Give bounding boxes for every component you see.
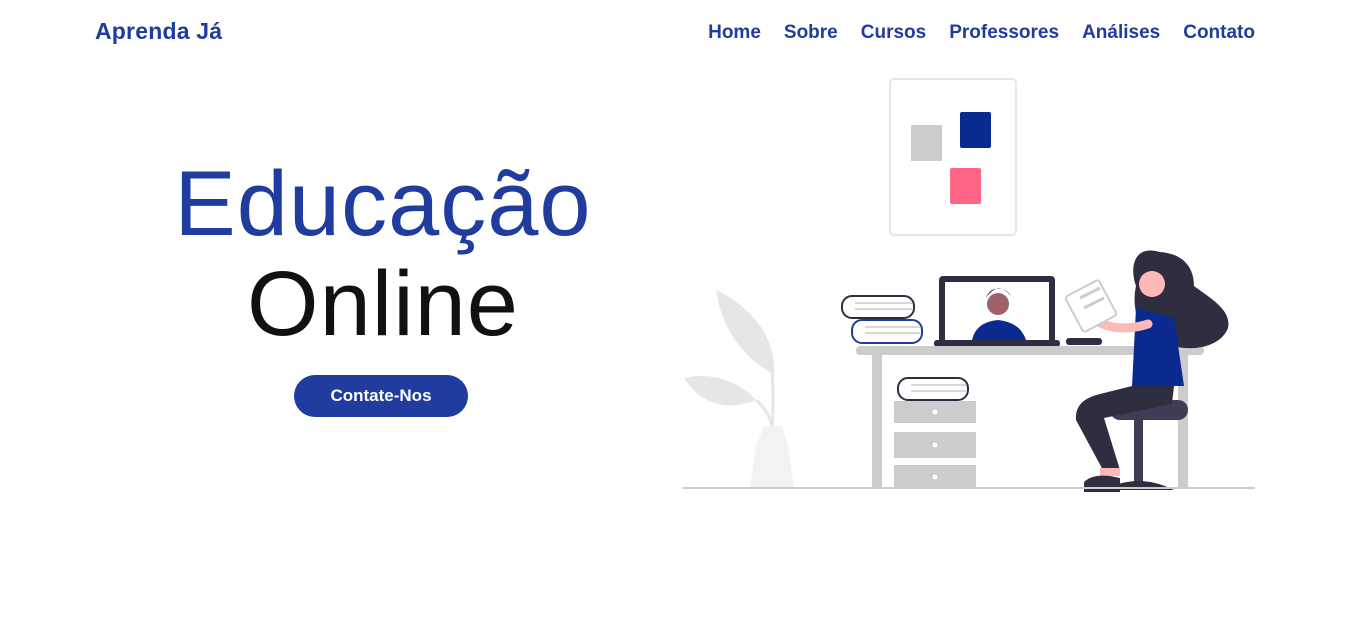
pen-icon xyxy=(1066,338,1102,345)
main-nav: Home Sobre Cursos Professores Análises C… xyxy=(685,21,1255,45)
wall-board-icon xyxy=(889,78,1017,236)
brand-logo-link[interactable]: Aprenda Já xyxy=(95,18,222,45)
hero-title-line2: Online xyxy=(247,253,519,355)
online-education-illustration xyxy=(683,78,1255,492)
nav-link-cursos[interactable]: Cursos xyxy=(861,21,926,45)
nav-link-sobre[interactable]: Sobre xyxy=(784,21,838,45)
nav-link-home[interactable]: Home xyxy=(708,21,761,45)
nav-link-professores[interactable]: Professores xyxy=(949,21,1059,45)
page: Aprenda Já Home Sobre Cursos Professores… xyxy=(0,0,1353,635)
laptop-icon xyxy=(934,276,1060,347)
plant-icon xyxy=(684,290,794,488)
books-stack-icon xyxy=(841,295,923,344)
nav-link-analises[interactable]: Análises xyxy=(1082,21,1160,45)
book-icon xyxy=(897,377,969,401)
person-reading-icon xyxy=(1064,250,1229,492)
contact-us-button[interactable]: Contate-Nos xyxy=(294,375,468,417)
hero-title-line1: Educação xyxy=(174,153,592,255)
nav-link-contato[interactable]: Contato xyxy=(1183,21,1255,45)
